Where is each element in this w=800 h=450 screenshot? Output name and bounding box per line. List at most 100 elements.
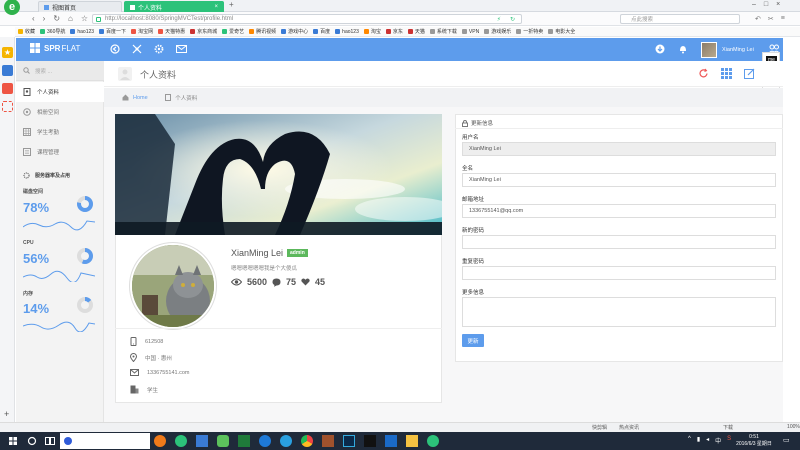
task-view-icon[interactable] xyxy=(45,437,55,445)
breadcrumb-home[interactable]: Home xyxy=(133,95,148,101)
fav-item[interactable]: 系统下载 xyxy=(429,28,457,35)
app-wechat-icon[interactable] xyxy=(217,435,229,447)
address-bar[interactable]: http://localhost:8080/SpringMVCTest/prof… xyxy=(92,14,522,24)
stat-memory-value: 14% xyxy=(23,301,50,316)
notification-icon[interactable]: ▭ xyxy=(783,436,790,444)
mail-icon[interactable] xyxy=(176,45,187,53)
browser-search-box[interactable]: 点此搜索 xyxy=(620,14,740,24)
app-chrome-icon[interactable] xyxy=(301,435,313,447)
app-edge-icon[interactable] xyxy=(259,435,271,447)
edit-icon[interactable] xyxy=(744,68,755,79)
sidebar-item-attendance[interactable]: 学生考勤 xyxy=(16,122,104,142)
bell-icon[interactable] xyxy=(678,44,688,54)
undo-icon[interactable]: ↶ xyxy=(755,15,761,23)
star-icon[interactable]: ★ xyxy=(2,47,13,58)
header-user-name[interactable]: XianMing Lei xyxy=(722,47,754,53)
app-chat-icon[interactable] xyxy=(427,435,439,447)
fav-item[interactable]: 天猫特惠 xyxy=(158,28,185,35)
eye-icon[interactable] xyxy=(2,83,13,94)
minimize-button[interactable]: – xyxy=(752,1,756,8)
fav-item[interactable]: 腾讯视频 xyxy=(249,28,276,35)
forward-icon[interactable]: › xyxy=(43,14,46,23)
fav-item[interactable]: 电影大全 xyxy=(548,28,575,35)
grid-view-icon[interactable] xyxy=(721,68,732,79)
app-photoshop-icon[interactable] xyxy=(343,435,355,447)
reload-icon[interactable]: ↻ xyxy=(53,14,60,23)
sidebar-item-courses[interactable]: 课程管理 xyxy=(16,142,104,162)
gear-icon[interactable] xyxy=(154,44,164,54)
new-tab-button[interactable]: + xyxy=(229,0,234,9)
fav-item[interactable]: 游戏娱乐 xyxy=(484,28,511,35)
app-excel-icon[interactable] xyxy=(238,435,250,447)
fav-item[interactable]: 游戏中心 xyxy=(281,28,308,35)
fav-item[interactable]: 收藏 xyxy=(18,28,35,35)
app-ie-icon[interactable] xyxy=(280,435,292,447)
fav-item[interactable]: 京东商城 xyxy=(190,28,217,35)
tray-network-icon[interactable]: ▮ xyxy=(697,436,700,445)
refresh-icon[interactable]: ↻ xyxy=(510,16,515,23)
tab-home[interactable]: 视图首页 xyxy=(38,1,122,12)
sidebar-item-album[interactable]: 相册空间 xyxy=(16,102,104,122)
app-store-icon[interactable] xyxy=(196,435,208,447)
refresh-page-icon[interactable] xyxy=(698,68,709,79)
lightning-icon[interactable]: ⚡ xyxy=(497,16,501,23)
user-avatar[interactable] xyxy=(701,42,717,58)
app-firefox-icon[interactable] xyxy=(154,435,166,447)
fav-item[interactable]: 淘宝网 xyxy=(131,28,153,35)
add-panel-icon[interactable]: + xyxy=(4,409,9,419)
close-window-button[interactable]: × xyxy=(776,1,780,8)
email-field[interactable]: 1336755141@qq.com xyxy=(462,204,776,218)
start-windows-icon[interactable] xyxy=(9,437,17,445)
fav-item[interactable]: 百度 xyxy=(313,28,330,35)
sidebar-item-profile[interactable]: 个人资料 xyxy=(16,82,104,102)
more-info-textarea[interactable] xyxy=(462,297,776,327)
profile-avatar[interactable] xyxy=(130,243,216,329)
app-360-icon[interactable] xyxy=(175,435,187,447)
tray-up-arrow-icon[interactable]: ^ xyxy=(688,436,691,445)
fullname-field[interactable]: XianMing Lei xyxy=(462,173,776,187)
back-icon[interactable]: ‹ xyxy=(32,14,35,23)
sidebar-search[interactable]: 搜索 ... xyxy=(16,61,104,81)
cortana-icon[interactable] xyxy=(27,436,37,446)
fav-item[interactable]: 淘宝 xyxy=(363,28,381,35)
fav-item[interactable]: 爱奇艺 xyxy=(222,28,244,35)
fav-item[interactable]: 天猫 xyxy=(407,28,425,35)
app-folder-icon[interactable] xyxy=(406,435,418,447)
sidebar-toggle-icon[interactable] xyxy=(110,44,120,54)
tray-ime-icon[interactable]: S xyxy=(727,436,731,445)
bookmark-star-icon[interactable]: ☆ xyxy=(81,14,88,23)
tray-lang[interactable]: 中 xyxy=(715,436,721,445)
app-me-icon[interactable] xyxy=(364,435,376,447)
app-paint-icon[interactable] xyxy=(322,435,334,447)
fav-item[interactable]: 一折特卖 xyxy=(516,28,543,35)
fav-item[interactable]: 京东 xyxy=(385,28,403,35)
fav-item[interactable]: 百度一下 xyxy=(99,28,126,35)
fullscreen-icon[interactable] xyxy=(132,44,142,54)
clock[interactable]: 0:51 2016/6/3 星期日 xyxy=(735,434,773,448)
tray-volume-icon[interactable]: ◂ xyxy=(706,436,709,445)
status-download[interactable]: 下载 xyxy=(723,424,733,431)
status-quick-clip[interactable]: 快剪辑 xyxy=(592,424,607,431)
fav-item[interactable]: VPN xyxy=(461,29,479,35)
app-video-icon[interactable] xyxy=(385,435,397,447)
home-icon[interactable]: ⌂ xyxy=(68,14,73,23)
tab-profile[interactable]: 个人资料 × xyxy=(124,1,224,12)
fav-item[interactable]: hao123 xyxy=(70,29,94,35)
page-title: 个人资料 xyxy=(140,70,177,80)
menu-icon[interactable]: ≡ xyxy=(781,15,785,23)
cut-icon[interactable]: ✂ xyxy=(768,15,774,23)
news-icon[interactable] xyxy=(2,65,13,76)
new-password-field[interactable] xyxy=(462,235,776,249)
taskbar-search[interactable] xyxy=(60,433,150,449)
status-hot-news[interactable]: 热点资讯 xyxy=(619,424,639,431)
brand[interactable]: SPR FLAT xyxy=(30,43,80,53)
fav-item[interactable]: hao123 xyxy=(335,29,359,35)
repeat-password-field[interactable] xyxy=(462,266,776,280)
status-zoom[interactable]: 100% xyxy=(787,424,800,431)
apps-icon[interactable] xyxy=(2,101,13,112)
download-circle-icon[interactable] xyxy=(655,44,665,54)
fav-item[interactable]: 360导航 xyxy=(40,28,65,35)
tab-close-icon[interactable]: × xyxy=(214,4,218,10)
maximize-button[interactable]: □ xyxy=(764,1,768,8)
update-button[interactable]: 更新 xyxy=(462,334,484,347)
